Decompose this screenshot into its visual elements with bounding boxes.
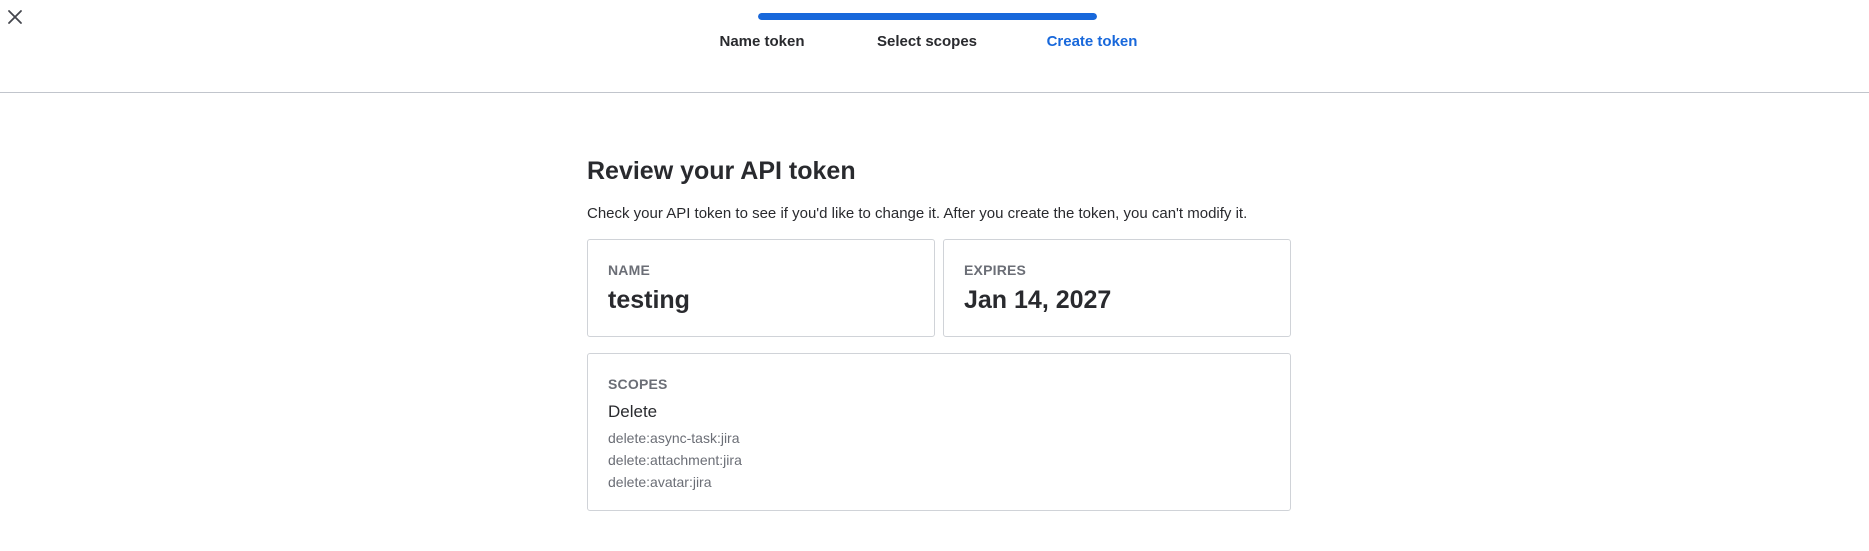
scope-item: delete:async-task:jira [608, 430, 740, 446]
page-description: Check your API token to see if you'd lik… [587, 205, 1248, 222]
scopes-label: SCOPES [608, 376, 668, 392]
scope-item: delete:avatar:jira [608, 474, 712, 490]
progress-bar-fill [758, 13, 1097, 20]
close-icon [8, 10, 22, 24]
expires-value: Jan 14, 2027 [964, 286, 1112, 314]
name-card: NAME testing [587, 239, 935, 337]
expires-label: EXPIRES [964, 262, 1027, 278]
scopes-card: SCOPES Delete delete:async-task:jira del… [587, 353, 1291, 511]
name-value: testing [608, 286, 690, 314]
scope-group-title: Delete [608, 402, 658, 421]
create-token-page: Name token Select scopes Create token Re… [0, 0, 1869, 551]
step-select-scopes[interactable]: Select scopes [877, 33, 977, 50]
name-label: NAME [608, 262, 651, 278]
scope-list: delete:async-task:jira delete:attachment… [608, 427, 742, 493]
expires-card: EXPIRES Jan 14, 2027 [943, 239, 1291, 337]
progress-bar [758, 13, 1097, 20]
step-name-token[interactable]: Name token [719, 33, 804, 50]
step-create-token[interactable]: Create token [1047, 33, 1138, 50]
wizard-header: Name token Select scopes Create token [0, 0, 1869, 93]
page-title: Review your API token [587, 157, 856, 185]
scope-item: delete:attachment:jira [608, 452, 742, 468]
close-button[interactable] [4, 6, 26, 28]
